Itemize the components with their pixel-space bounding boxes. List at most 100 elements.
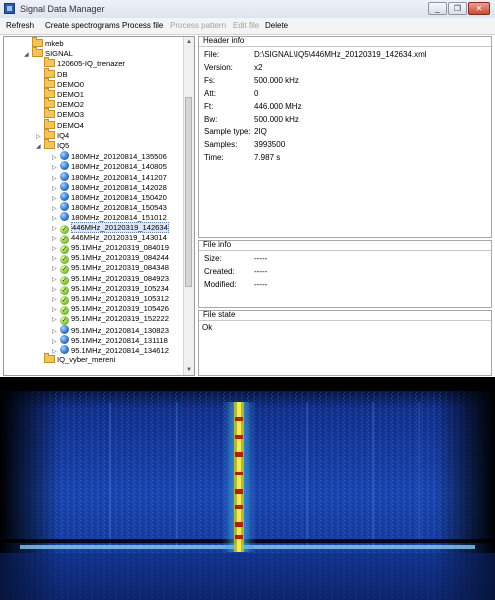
field-label: Ft:: [204, 101, 214, 111]
tree-item-label: 180MHz_20120814_141207: [71, 172, 167, 182]
tree-folder-mkeb[interactable]: mkeb: [24, 37, 64, 49]
header-info-title: Header info: [203, 36, 245, 45]
field-value: -----: [254, 280, 268, 289]
tree-file-item[interactable]: ▷ 180MHz_20120814_150420: [52, 192, 167, 202]
title-bar: Signal Data Manager _ ❐ ✕: [0, 0, 495, 19]
tree-folder-iq5[interactable]: ◢ IQ5: [36, 139, 69, 152]
scroll-up-icon[interactable]: ▲: [184, 37, 194, 47]
globe-icon: [60, 324, 69, 334]
file-tree[interactable]: mkeb ◢ SIGNAL 120605-IQ_trenazer DB DEMO0 DEMO…: [3, 36, 195, 376]
tree-item-label: 95.1MHz_20120319_105426: [71, 304, 169, 314]
globe-icon: [60, 151, 69, 161]
create-spectrograms-button[interactable]: Create spectrograms: [45, 21, 120, 30]
tree-item-label: DEMO2: [57, 100, 85, 110]
field-value: 0: [254, 88, 259, 98]
tree-file-item[interactable]: ▷ ✓ 95.1MHz_20120319_084244: [52, 253, 169, 265]
globe-icon: [60, 181, 69, 191]
tree-folder-iq-vyber-mereni[interactable]: IQ_vyber_mereni: [36, 353, 116, 365]
scroll-down-icon[interactable]: ▼: [184, 365, 194, 375]
field-label: Att:: [204, 88, 217, 98]
tree-item-label: 180MHz_20120814_142028: [71, 182, 167, 192]
tree-file-item[interactable]: ▷ 180MHz_20120814_150543: [52, 202, 167, 212]
tree-file-item[interactable]: ▷ ✓ 95.1MHz_20120319_105312: [52, 294, 169, 305]
globe-icon: [60, 212, 69, 222]
toolbar: Refresh Create spectrograms Process file…: [0, 18, 495, 35]
field-label: Sample type:: [204, 127, 251, 137]
field-label: Samples:: [204, 140, 238, 150]
tree-file-item[interactable]: ▷ ✓ 95.1MHz_20120319_152222: [52, 314, 169, 326]
field-value: -----: [254, 254, 268, 263]
process-file-button[interactable]: Process file: [122, 21, 163, 30]
tree-file-item[interactable]: ▷ 180MHz_20120814_142028: [52, 181, 167, 192]
expand-icon[interactable]: ◢: [24, 50, 32, 60]
tree-file-item[interactable]: ▷ 180MHz_20120814_141207: [52, 171, 167, 182]
spectrogram-image: [0, 377, 495, 600]
tree-item-label: 95.1MHz_20120319_152222: [71, 314, 169, 324]
scrollbar-thumb[interactable]: [185, 97, 192, 287]
tree-item-label: 95.1MHz_20120814_130823: [71, 325, 169, 335]
file-state-title: File state: [203, 310, 236, 319]
tree-file-item[interactable]: ▷ 95.1MHz_20120814_131118: [52, 334, 168, 345]
maximize-button[interactable]: ❐: [448, 2, 467, 15]
tree-scrollbar[interactable]: ▲ ▼: [183, 37, 194, 375]
tree-item-label: 95.1MHz_20120319_084923: [71, 273, 169, 283]
globe-icon: [60, 202, 69, 212]
field-value: D:\SIGNAL\IQ5\446MHz_20120319_142634.xml: [254, 50, 427, 59]
tree-file-item[interactable]: ▷ ✓ 446MHz_20120319_142634: [52, 221, 169, 234]
field-value: 3993500: [254, 140, 286, 150]
tree-file-item[interactable]: ▷ ✓ 95.1MHz_20120319_084923: [52, 273, 169, 285]
tree-item-label: 95.1MHz_20120814_131118: [71, 335, 168, 345]
tree-folder-120605-iq-trenazer[interactable]: 120605-IQ_trenazer: [36, 57, 125, 69]
tree-item-label: 180MHz_20120814_135506: [71, 152, 167, 162]
minimize-button[interactable]: _: [428, 2, 447, 15]
tree-item-label: SIGNAL: [45, 49, 73, 59]
tree-file-item[interactable]: ▷ 95.1MHz_20120814_130823: [52, 324, 169, 335]
folder-icon: [44, 57, 55, 68]
edit-file-button[interactable]: Edit file: [233, 21, 259, 30]
folder-icon: [44, 108, 55, 119]
expand-icon[interactable]: ◢: [36, 142, 44, 152]
tree-file-item[interactable]: ▷ ✓ 95.1MHz_20120319_084019: [52, 243, 169, 254]
tree-item-label: 95.1MHz_20120319_105234: [71, 283, 169, 293]
tree-file-item[interactable]: ▷ ✓ 446MHz_20120319_143014: [52, 233, 167, 244]
tree-file-item[interactable]: ▷ 180MHz_20120814_151012: [52, 212, 167, 222]
field-label: Created:: [204, 267, 235, 276]
tree-file-item[interactable]: ▷ 180MHz_20120814_135506: [52, 151, 167, 161]
field-value: -----: [254, 267, 268, 276]
tree-item-label: 120605-IQ_trenazer: [57, 59, 125, 69]
close-button[interactable]: ✕: [468, 2, 490, 15]
field-label: Size:: [204, 254, 222, 263]
tree-item-label: 95.1MHz_20120319_084244: [71, 253, 169, 263]
tree-folder-iq4[interactable]: ▷ IQ4: [36, 128, 69, 141]
tree-item-label: DEMO4: [57, 120, 85, 130]
globe-icon: [60, 161, 69, 171]
spectrogram-view: [0, 377, 495, 600]
tree-folder-db[interactable]: DB: [36, 67, 68, 80]
tree-file-item[interactable]: ▷ 180MHz_20120814_140805: [52, 161, 167, 171]
field-value: 7.987 s: [254, 153, 281, 163]
tree-item-label: 95.1MHz_20120319_084019: [71, 243, 169, 252]
process-pattern-button[interactable]: Process pattern: [170, 21, 226, 30]
tree-item-label: DEMO0: [57, 79, 85, 89]
tree-item-label: DEMO1: [57, 90, 85, 99]
divider: [199, 46, 491, 47]
tree-item-label: mkeb: [45, 39, 64, 48]
refresh-button[interactable]: Refresh: [6, 21, 34, 30]
folder-icon: [44, 139, 55, 149]
field-value: 2IQ: [254, 127, 267, 137]
tree-item-label: 95.1MHz_20120319_084348: [71, 263, 169, 273]
delete-button[interactable]: Delete: [265, 21, 288, 30]
tree-item-label: DB: [57, 69, 68, 79]
folder-icon: [44, 88, 55, 98]
tree-item-label: IQ_vyber_mereni: [57, 355, 116, 365]
divider: [199, 250, 491, 251]
folder-icon: [44, 67, 55, 78]
tree-file-item[interactable]: ▷ ✓ 95.1MHz_20120319_105234: [52, 283, 169, 295]
field-label: Modified:: [204, 280, 237, 289]
globe-icon: [60, 334, 69, 344]
tree-file-item[interactable]: ▷ 95.1MHz_20120814_134612: [52, 345, 169, 355]
tree-file-item[interactable]: ▷ ✓ 95.1MHz_20120319_084348: [52, 263, 169, 275]
folder-icon: [32, 37, 43, 47]
file-state-text: Ok: [202, 323, 213, 332]
tree-file-item[interactable]: ▷ ✓ 95.1MHz_20120319_105426: [52, 304, 169, 316]
